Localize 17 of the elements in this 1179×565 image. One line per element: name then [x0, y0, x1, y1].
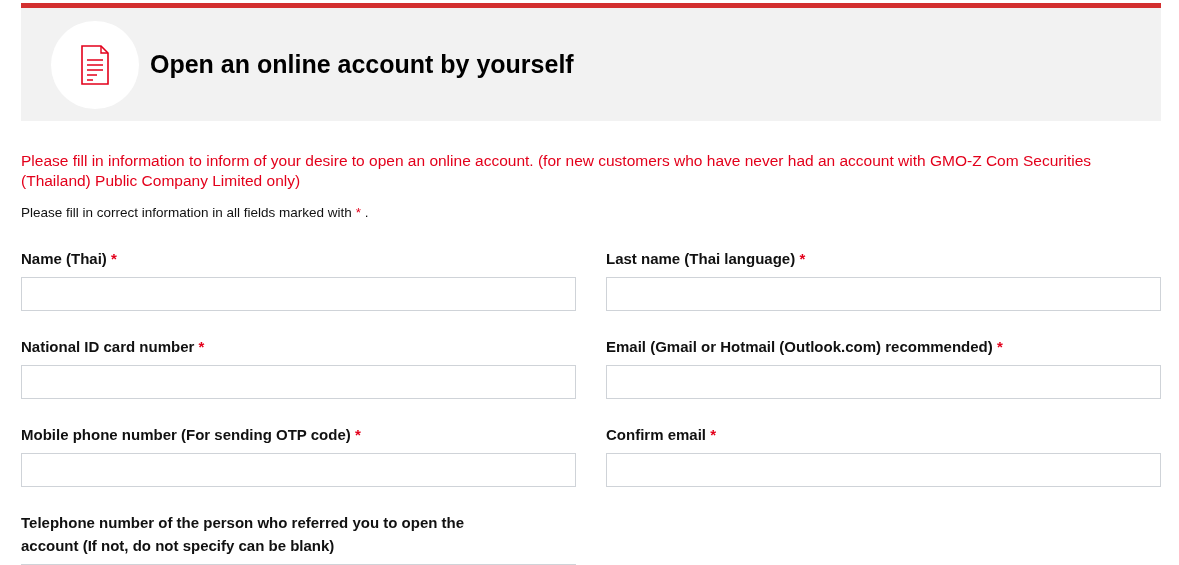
field-label: Confirm email * — [606, 425, 718, 445]
input-field[interactable] — [606, 453, 1161, 487]
intro-text: Please fill in information to inform of your desire to open an online account. (for new customers who have never had an account with GMO-Z Com Securities (Thailand) Public Company Limited only) — [21, 151, 1092, 191]
input-field[interactable] — [606, 277, 1161, 311]
field-label: National ID card number * — [21, 337, 206, 357]
field-label: Name (Thai) * — [21, 249, 118, 269]
field-label: Last name (Thai language) * — [606, 249, 807, 269]
field-label: Mobile phone number (For sending OTP code) * — [21, 425, 362, 445]
input-field[interactable] — [606, 365, 1161, 399]
required-note: Please fill in correct information in all fields marked with * . — [21, 205, 370, 220]
field-label: Email (Gmail or Hotmail (Outlook.com) recommended) * — [606, 337, 1004, 357]
document-icon — [81, 44, 109, 85]
field-label: Telephone number of the person who referred you to open the account (If not, do not specify can be blank) — [21, 513, 466, 556]
input-field[interactable] — [21, 277, 576, 311]
input-field[interactable] — [21, 365, 576, 399]
input-field[interactable] — [21, 453, 576, 487]
page-title: Open an online account by yourself — [150, 50, 574, 79]
